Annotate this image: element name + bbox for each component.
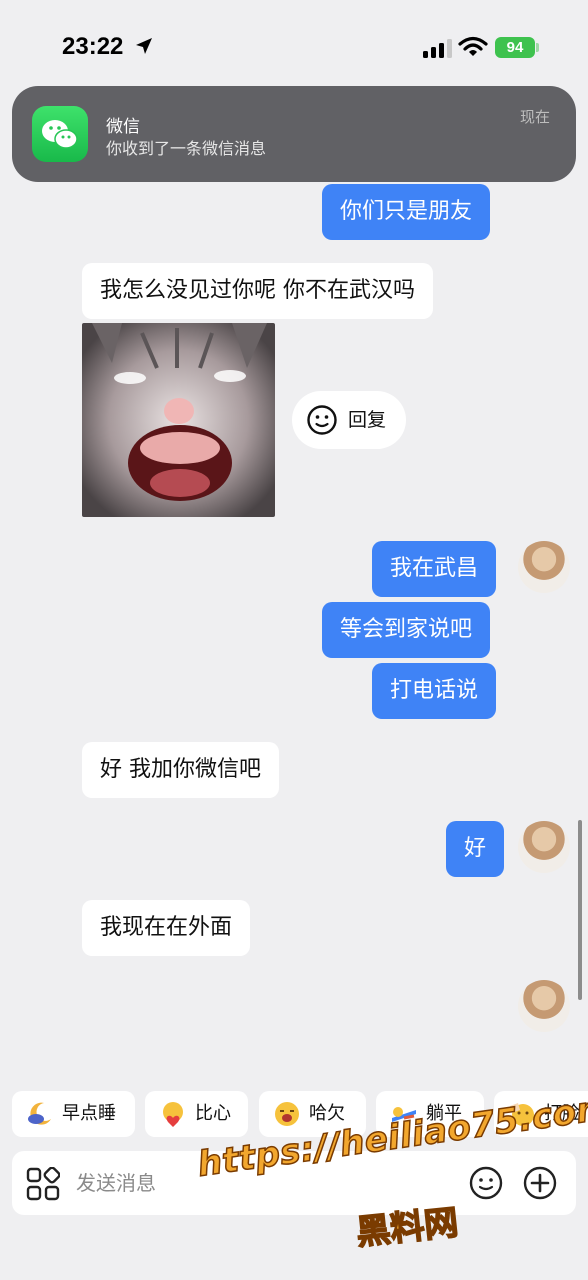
add-plus-icon[interactable]	[522, 1165, 558, 1201]
cellular-signal-icon	[423, 39, 452, 58]
chip-label: 比心	[195, 1103, 231, 1124]
reply-label: 回复	[348, 409, 387, 431]
avatar[interactable]	[518, 821, 570, 873]
scrollbar[interactable]	[578, 820, 582, 1000]
moon-sleep-emoji	[28, 1102, 51, 1125]
battery-level: 94	[506, 39, 524, 56]
screaming-cat-sticker[interactable]	[82, 323, 275, 517]
wifi-icon	[458, 36, 488, 56]
yawn-emoji	[275, 1102, 299, 1126]
chip-label: 早点睡	[62, 1103, 116, 1124]
notification-message: 你收到了一条微信消息	[106, 139, 267, 158]
avatar[interactable]	[518, 980, 570, 1032]
status-time: 23:22	[62, 33, 124, 60]
quick-reply-chip[interactable]: 比心	[145, 1091, 248, 1137]
status-bar: 23:22 94	[0, 0, 588, 92]
message-bubble-outgoing[interactable]: 打电话说	[372, 663, 497, 719]
chip-label: 哈欠	[309, 1103, 345, 1124]
battery-cap	[536, 43, 539, 52]
apps-grid-icon[interactable]	[26, 1167, 60, 1201]
message-bubble-outgoing[interactable]: 我在武昌	[372, 541, 497, 597]
message-bubble-incoming[interactable]: 我现在在外面	[82, 900, 251, 956]
location-arrow-icon	[136, 38, 152, 54]
heart-hands-emoji	[163, 1102, 183, 1127]
message-bubble-outgoing[interactable]: 好	[446, 821, 505, 877]
wechat-notification-banner[interactable]: 微信 你收到了一条微信消息 现在	[12, 86, 576, 182]
wechat-icon	[32, 106, 88, 162]
message-bubble-outgoing[interactable]: 等会到家说吧	[322, 602, 491, 658]
message-bubble-incoming[interactable]: 我怎么没见过你呢 你不在武汉吗	[82, 263, 433, 319]
battery-indicator: 94	[495, 37, 535, 58]
quick-reply-chip[interactable]: 早点睡	[12, 1091, 135, 1137]
message-bubble-outgoing[interactable]: 你们只是朋友	[322, 184, 491, 240]
smile-face-icon	[307, 405, 337, 435]
avatar[interactable]	[518, 541, 570, 593]
reply-button[interactable]: 回复	[292, 391, 406, 449]
notification-time: 现在	[519, 108, 550, 126]
watermark-text: 黑料网	[354, 1202, 461, 1254]
notification-app-name: 微信	[106, 117, 140, 137]
message-bubble-incoming[interactable]: 好 我加你微信吧	[82, 742, 279, 798]
